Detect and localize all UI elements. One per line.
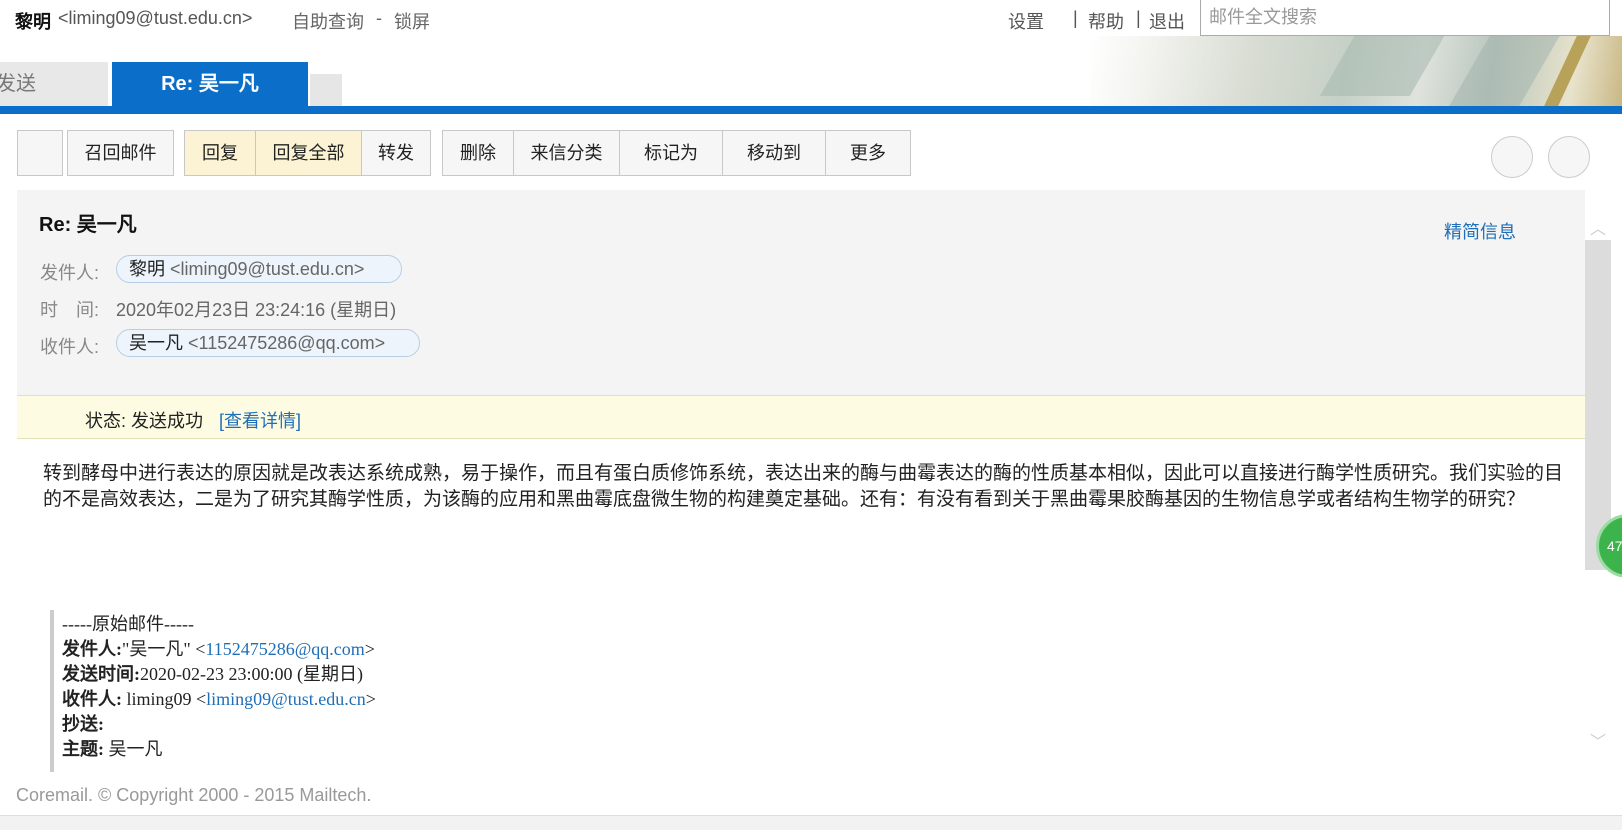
tab-new[interactable] — [310, 74, 342, 106]
time-label: 时 间: — [40, 300, 100, 320]
sender-email: <liming09@tust.edu.cn> — [170, 259, 365, 279]
recipient-chip[interactable]: 吴一凡 <1152475286@qq.com> — [116, 329, 420, 357]
mail-search-input[interactable] — [1200, 0, 1610, 36]
recipient-email: <1152475286@qq.com> — [188, 333, 386, 353]
original-from-end: > — [364, 639, 375, 659]
separator: - — [376, 8, 382, 28]
forward-button[interactable]: 转发 — [361, 130, 431, 176]
original-to-name: liming09 < — [122, 689, 207, 709]
delete-button[interactable]: 删除 — [442, 130, 514, 176]
view-details-link[interactable]: [查看详情] — [219, 407, 301, 433]
original-subject-value: 吴一凡 — [104, 739, 163, 759]
original-from-label: 发件人: — [62, 639, 122, 659]
original-sent-label: 发送时间: — [62, 664, 140, 684]
original-to-label: 收件人: — [62, 689, 122, 709]
brief-info-link[interactable]: 精简信息 — [1444, 218, 1516, 244]
recipient-name: 吴一凡 — [129, 333, 183, 353]
lock-screen-link[interactable]: 锁屏 — [394, 8, 430, 34]
chevron-up-icon[interactable]: ︿ — [1590, 215, 1606, 239]
top-bar: 黎明 <liming09@tust.edu.cn> 自助查询 - 锁屏 设置 |… — [0, 0, 1622, 36]
logout-link[interactable]: 退出 — [1149, 8, 1185, 34]
mail-subject: Re: 吴一凡 — [39, 214, 137, 236]
help-link[interactable]: 帮助 — [1088, 8, 1124, 34]
self-query-link[interactable]: 自助查询 — [292, 8, 364, 34]
sent-time: 2020年02月23日 23:24:16 (星期日) — [116, 300, 397, 320]
original-subject-label: 主题: — [62, 739, 104, 759]
tab-current-mail[interactable]: Re: 吴一凡 — [112, 62, 308, 106]
header-banner-image — [1090, 36, 1622, 108]
original-sent-value: 2020-02-23 23:00:00 (星期日) — [140, 664, 363, 684]
sender-name: 黎明 — [129, 259, 165, 279]
reply-all-button[interactable]: 回复全部 — [255, 130, 362, 176]
send-status: 状态: 发送成功 — [85, 411, 204, 431]
original-cc-line: 抄送: — [62, 710, 104, 736]
separator: | — [1136, 8, 1141, 28]
classify-button[interactable]: 来信分类 — [513, 130, 620, 176]
mail-header-panel — [17, 190, 1585, 395]
sender-chip[interactable]: 黎明 <liming09@tust.edu.cn> — [116, 255, 402, 283]
user-email: <liming09@tust.edu.cn> — [58, 8, 253, 28]
prev-mail-button[interactable] — [1491, 136, 1533, 178]
move-to-button[interactable]: 移动到 — [722, 130, 826, 176]
mark-as-button[interactable]: 标记为 — [619, 130, 723, 176]
back-button[interactable] — [17, 130, 63, 176]
original-cc-label: 抄送: — [62, 714, 104, 734]
chevron-down-icon[interactable]: ﹀ — [1590, 728, 1606, 752]
separator: | — [1073, 8, 1078, 28]
original-from-line: 发件人:"吴一凡" <1152475286@qq.com> — [62, 635, 375, 661]
user-name: 黎明 — [15, 12, 51, 32]
original-from-name: "吴一凡" < — [122, 639, 206, 659]
more-button[interactable]: 更多 — [825, 130, 911, 176]
settings-link[interactable]: 设置 — [1008, 8, 1044, 34]
tab-underline — [0, 106, 1622, 114]
original-subject-line: 主题: 吴一凡 — [62, 735, 163, 761]
reply-button[interactable]: 回复 — [184, 130, 256, 176]
to-label: 收件人: — [40, 337, 100, 357]
from-label: 发件人: — [40, 263, 100, 283]
quote-border — [50, 610, 54, 772]
tab-send[interactable]: 发送 — [0, 62, 108, 106]
original-sent-line: 发送时间:2020-02-23 23:00:00 (星期日) — [62, 660, 363, 686]
mail-body-text: 转到酵母中进行表达的原因就是改表达系统成熟，易于操作，而且有蛋白质修饰系统，表达… — [43, 462, 1564, 510]
original-to-email-link[interactable]: liming09@tust.edu.cn — [206, 689, 366, 709]
bottom-bar — [0, 815, 1622, 830]
recall-button[interactable]: 召回邮件 — [67, 130, 174, 176]
original-to-line: 收件人: liming09 <liming09@tust.edu.cn> — [62, 685, 376, 711]
copyright-footer: Coremail. © Copyright 2000 - 2015 Mailte… — [16, 785, 372, 805]
original-mail-divider: -----原始邮件----- — [62, 614, 194, 634]
next-mail-button[interactable] — [1548, 136, 1590, 178]
original-to-end: > — [365, 689, 376, 709]
original-from-email-link[interactable]: 1152475286@qq.com — [205, 639, 364, 659]
